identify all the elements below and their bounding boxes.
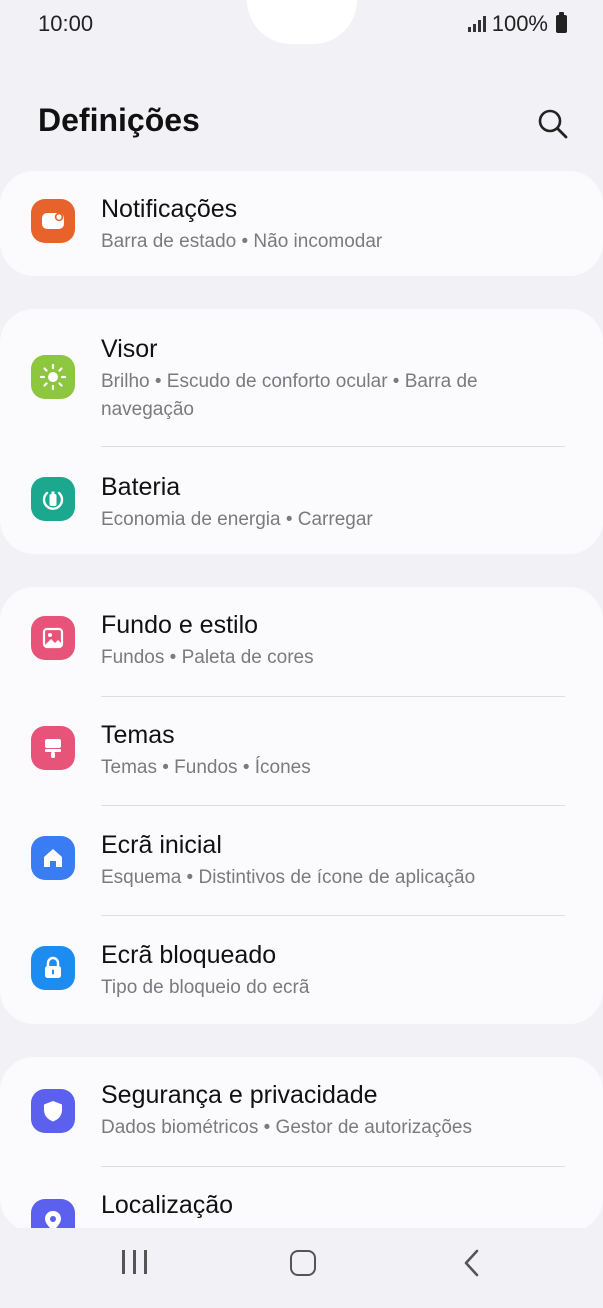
divider xyxy=(101,446,565,447)
item-title: Notificações xyxy=(101,195,238,223)
item-title: Bateria xyxy=(101,473,181,501)
settings-group-security: Segurança e privacidade Dados biométrico… xyxy=(0,1057,603,1243)
item-subtitle: Brilho • Escudo de conforto ocular • Bar… xyxy=(101,371,478,420)
battery-status-icon xyxy=(556,12,567,33)
settings-item-notificacoes[interactable]: Notificações Barra de estado • Não incom… xyxy=(0,195,603,256)
settings-item-ecra-inicial[interactable]: Ecrã inicial Esquema • Distintivos de íc… xyxy=(0,831,603,892)
settings-item-temas[interactable]: Temas Temas • Fundos • Ícones xyxy=(0,721,603,782)
item-subtitle: Tipo de bloqueio do ecrã xyxy=(101,977,310,998)
settings-item-visor[interactable]: Visor Brilho • Escudo de conforto ocular… xyxy=(0,335,603,424)
item-title: Temas xyxy=(101,721,175,749)
lock-icon xyxy=(31,946,75,990)
divider xyxy=(101,915,565,916)
item-title: Fundo e estilo xyxy=(101,611,259,639)
home-icon xyxy=(31,836,75,880)
brightness-icon xyxy=(31,355,75,399)
status-indicators: 100% xyxy=(467,11,567,37)
recent-apps-icon xyxy=(122,1250,125,1274)
settings-item-fundo-e-estilo[interactable]: Fundo e estilo Fundos • Paleta de cores xyxy=(0,611,603,672)
notifications-icon xyxy=(31,199,75,243)
page-title: Definições xyxy=(38,102,200,138)
item-subtitle: Barra de estado • Não incomodar xyxy=(101,231,383,252)
item-title: Ecrã bloqueado xyxy=(101,941,277,969)
item-subtitle: Esquema • Distintivos de ícone de aplica… xyxy=(101,867,476,888)
settings-group-appearance: Fundo e estilo Fundos • Paleta de cores … xyxy=(0,587,603,1024)
divider xyxy=(101,805,565,806)
home-button-icon[interactable] xyxy=(290,1250,316,1276)
paintbrush-icon xyxy=(31,726,75,770)
item-title: Localização xyxy=(101,1191,234,1219)
divider xyxy=(101,1166,565,1167)
navigation-bar xyxy=(0,1228,603,1308)
recent-apps-button[interactable] xyxy=(122,1250,147,1274)
item-subtitle: Dados biométricos • Gestor de autorizaçõ… xyxy=(101,1117,472,1138)
settings-item-ecra-bloqueado[interactable]: Ecrã bloqueado Tipo de bloqueio do ecrã xyxy=(0,941,603,1002)
status-bar: 10:00 100% xyxy=(0,0,603,50)
status-time: 10:00 xyxy=(38,11,94,36)
wallpaper-icon xyxy=(31,616,75,660)
item-title: Visor xyxy=(101,335,158,363)
header: Definições xyxy=(38,96,573,148)
settings-item-localizacao[interactable]: Localização xyxy=(0,1191,603,1243)
item-subtitle: Economia de energia • Carregar xyxy=(101,509,373,530)
back-icon xyxy=(464,1249,479,1277)
battery-icon xyxy=(31,477,75,521)
divider xyxy=(101,696,565,697)
settings-group-display: Visor Brilho • Escudo de conforto ocular… xyxy=(0,309,603,554)
item-title: Ecrã inicial xyxy=(101,831,222,859)
item-subtitle: Fundos • Paleta de cores xyxy=(101,647,314,668)
search-icon xyxy=(538,109,568,139)
shield-icon xyxy=(31,1089,75,1133)
item-title: Segurança e privacidade xyxy=(101,1081,378,1109)
signal-icon xyxy=(467,16,486,32)
search-button[interactable] xyxy=(533,104,573,144)
settings-item-bateria[interactable]: Bateria Economia de energia • Carregar xyxy=(0,473,603,534)
settings-group-notifications: Notificações Barra de estado • Não incom… xyxy=(0,171,603,276)
settings-item-seguranca-e-privacidade[interactable]: Segurança e privacidade Dados biométrico… xyxy=(0,1081,603,1142)
back-button[interactable] xyxy=(462,1248,482,1278)
battery-percentage: 100% xyxy=(491,11,548,36)
item-subtitle: Temas • Fundos • Ícones xyxy=(101,757,311,778)
